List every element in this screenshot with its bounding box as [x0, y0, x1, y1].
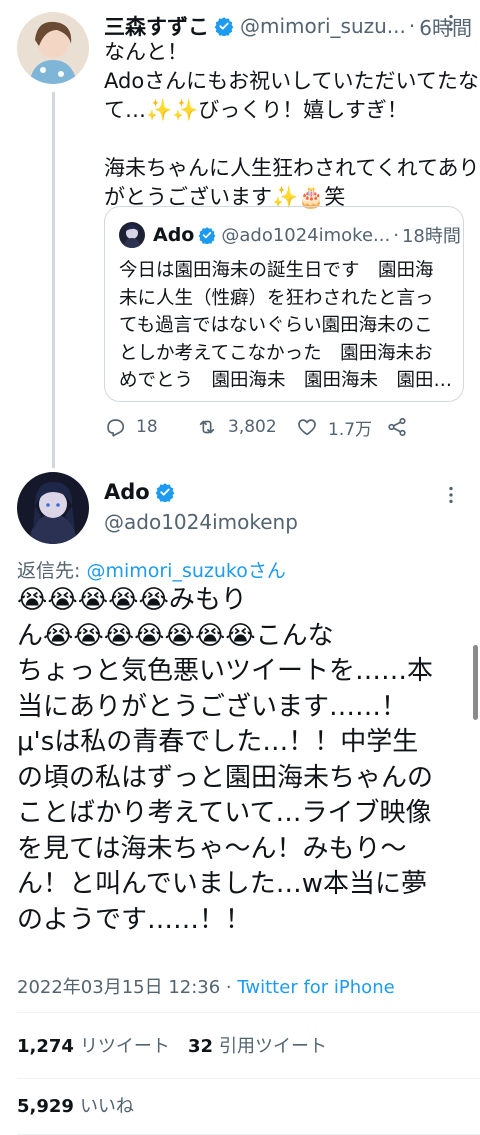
divider	[17, 1012, 480, 1013]
user-handle[interactable]: @ado1024imokenp	[104, 510, 298, 534]
quoted-user-handle: @ado1024imoke...	[221, 224, 391, 246]
reply-icon	[107, 419, 125, 437]
tweet-source-link[interactable]: Twitter for iPhone	[237, 977, 394, 998]
retweets-label: リツイート	[79, 1036, 170, 1057]
retweet-button[interactable]: 3,802	[196, 416, 296, 438]
tweet-text: なんと！ Adoさんにもお祝いしていただいてたなん て…✨✨びっくり！嬉しすぎ！…	[104, 38, 480, 212]
like-count: 1.7万	[328, 419, 373, 440]
like-button[interactable]: 1.7万	[296, 415, 386, 440]
user-name[interactable]: Ado	[104, 480, 150, 504]
user-name[interactable]: 三森すずこ	[104, 11, 209, 41]
tweet-text: 😭😭😭😭😭みもり ん😭😭😭😭😭😭😭こんな ちょっと気色悪いツイートを……本 当に…	[17, 583, 457, 938]
quoted-text-line: としか考えてこなかった 園田海未お	[119, 342, 433, 364]
tweet-text-line: を見ては海未ちゃ〜ん！みもり〜	[17, 833, 407, 864]
tweet-text-line: Adoさんにもお祝いしていただいてたなん	[104, 69, 480, 93]
scrollbar-thumb[interactable]	[473, 645, 478, 720]
main-tweet: Ado @ado1024imokenp 返信先: @mimori_suzukoさ…	[0, 466, 480, 1135]
quote-tweets-label: 引用ツイート	[219, 1036, 327, 1057]
separator-dot: ·	[393, 224, 399, 246]
more-options-icon[interactable]	[436, 8, 466, 38]
tweet-text-line: ん😭😭😭😭😭😭😭こんな	[17, 620, 334, 651]
quoted-text-line: めでとう 園田海未 園田海未 園田…	[119, 370, 453, 392]
tweet-text-line	[104, 125, 464, 154]
replying-to-label: 返信先:	[17, 560, 87, 582]
heart-icon	[298, 419, 316, 436]
tweet-text-line: ことばかり考えていて…ライブ映像	[17, 798, 432, 828]
verified-badge-icon	[198, 227, 216, 244]
tweet-text-line: ん！と叫んでいました…w本当に夢	[17, 869, 427, 899]
tweet-text-line: 当にありがとうございます……！	[17, 691, 408, 722]
user-handle[interactable]: @mimori_suzu...	[240, 14, 405, 38]
tweet-text-line: のようです……！！	[17, 904, 252, 935]
verified-badge-icon	[155, 483, 175, 502]
replying-to: 返信先: @mimori_suzukoさん	[17, 556, 286, 583]
share-icon	[388, 417, 406, 437]
replying-to-user-link[interactable]: @mimori_suzukoさん	[86, 560, 285, 582]
parent-tweet[interactable]: 三森すずこ @mimori_suzu... · 6時間 なんと！ Adoさんにも…	[0, 0, 480, 466]
reply-count: 18	[136, 417, 158, 437]
avatar[interactable]	[17, 12, 89, 84]
tweet-text-line: 😭😭😭😭😭みもり	[17, 585, 247, 615]
quote-tweets-stat[interactable]: 32 引用ツイート	[188, 1032, 327, 1058]
tweet-text-line: て…✨✨びっくり！嬉しすぎ！	[104, 98, 408, 122]
verified-badge-icon	[214, 17, 234, 36]
likes-stats-row: 5,929 いいね	[17, 1092, 152, 1118]
quoted-user-name: Ado	[153, 224, 195, 246]
divider	[17, 1078, 480, 1079]
quoted-tweet-card[interactable]: Ado @ado1024imoke... · 18時間 今日は園田海未の誕生日で…	[104, 206, 464, 402]
tweet-text-line: ちょっと気色悪いツイートを……本	[17, 656, 434, 686]
tweet-text-line: μ'sは私の青春でした…！！中学生	[17, 727, 419, 757]
likes-label: いいね	[79, 1096, 134, 1117]
retweet-stats-row: 1,274 リツイート 32 引用ツイート	[17, 1032, 345, 1058]
reply-button[interactable]: 18	[104, 416, 196, 438]
share-button[interactable]	[386, 416, 418, 438]
quote-tweets-count: 32	[187, 1036, 213, 1057]
tweet-actions: 18 3,802 1.7万	[104, 413, 464, 441]
quoted-text-line: 未に人生（性癖）を狂わされたと言っ	[119, 287, 434, 309]
quoted-text-line: 今日は園田海未の誕生日です 園田海	[119, 260, 434, 281]
likes-count: 5,929	[17, 1096, 74, 1117]
separator-dot: ·	[408, 14, 416, 38]
retweets-stat[interactable]: 1,274 リツイート	[17, 1032, 170, 1058]
retweets-count: 1,274	[17, 1036, 74, 1057]
retweet-icon	[199, 420, 215, 434]
likes-stat[interactable]: 5,929 いいね	[17, 1092, 134, 1118]
quoted-tweet-text: 今日は園田海未の誕生日です 園田海 未に人生（性癖）を狂わされたと言っ ても過言…	[119, 257, 453, 395]
tweet-timestamp[interactable]: 2022年03月15日 12:36 ·	[17, 977, 237, 998]
quoted-tweet-time: 18時間	[401, 226, 461, 247]
quoted-text-line: ても過言ではないぐらい園田海未のこ	[119, 315, 433, 337]
main-tweet-name-row: Ado	[104, 480, 175, 504]
quoted-avatar	[119, 222, 145, 248]
tweet-timestamp-row: 2022年03月15日 12:36 · Twitter for iPhone	[17, 973, 395, 999]
retweet-count: 3,802	[228, 417, 277, 437]
quoted-tweet-header: Ado @ado1024imoke... · 18時間	[119, 221, 461, 249]
more-options-icon[interactable]	[436, 480, 466, 510]
tweet-text-line: の頃の私はずっと園田海未ちゃんの	[17, 762, 434, 793]
tweet-text-line: 海未ちゃんに人生狂わされてくれてあり	[104, 156, 480, 180]
tweet-text-line: なんと！	[104, 40, 188, 64]
avatar[interactable]	[17, 472, 89, 544]
